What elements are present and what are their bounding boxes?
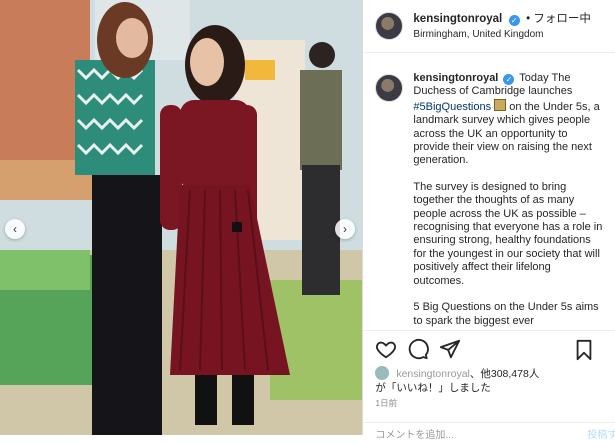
post-comment-button[interactable]: 投稿する: [587, 426, 615, 441]
caption-text: kensingtonroyal ✓ Today The Duchess of C…: [413, 72, 603, 328]
comment-placeholder: コメントを追加...: [375, 430, 454, 441]
chevron-left-icon[interactable]: ‹: [5, 219, 25, 239]
post-timestamp[interactable]: 1日前: [375, 397, 397, 409]
photo-illustration: [0, 0, 363, 435]
likes-suffix: が「いいね！」しました: [375, 382, 491, 394]
caption-row: kensingtonroyal ✓ Today The Duchess of C…: [363, 60, 615, 328]
caption-username[interactable]: kensingtonroyal: [413, 72, 498, 84]
clipboard-emoji-icon: [494, 98, 507, 111]
heart-icon[interactable]: [375, 338, 397, 360]
post-location[interactable]: Birmingham, United Kingdom: [413, 27, 590, 42]
post-header: kensingtonroyal ✓ • フォロー中 Birmingham, Un…: [363, 0, 615, 53]
likes-summary: kensingtonroyal、他308,478人 が「いいね！」しました: [375, 366, 539, 395]
share-icon[interactable]: [439, 338, 461, 360]
post-side-panel: kensingtonroyal ✓ • フォロー中 Birmingham, Un…: [362, 0, 615, 441]
comment-input[interactable]: コメントを追加... 投稿する: [363, 422, 615, 444]
header-text: kensingtonroyal ✓ • フォロー中 Birmingham, Un…: [413, 10, 590, 42]
caption-area: kensingtonroyal ✓ Today The Duchess of C…: [363, 60, 615, 330]
follow-status[interactable]: • フォロー中: [526, 13, 591, 25]
verified-badge-icon: ✓: [503, 74, 515, 85]
liker-name[interactable]: kensingtonroyal: [396, 368, 470, 380]
avatar[interactable]: [375, 12, 404, 40]
caption-paragraph-2: The survey is designed to bring together…: [413, 180, 603, 287]
comment-icon[interactable]: [407, 338, 430, 360]
header-username[interactable]: kensingtonroyal: [413, 13, 502, 25]
caption-avatar[interactable]: [375, 74, 404, 102]
post-photo[interactable]: ‹ ›: [0, 0, 363, 435]
caption-paragraph-3: 5 Big Questions on the Under 5s aims to …: [413, 301, 599, 327]
chevron-right-icon[interactable]: ›: [335, 219, 355, 239]
likes-count[interactable]: 、他308,478人: [470, 368, 539, 380]
liker-avatar[interactable]: [375, 366, 390, 380]
action-bar: [363, 330, 615, 367]
hashtag-link[interactable]: #5BigQuestions: [413, 101, 491, 113]
bookmark-icon[interactable]: [573, 339, 595, 361]
instagram-post: ‹ › kensingtonroyal ✓ • フォロー中 Birmingham…: [0, 0, 615, 441]
action-icons: [363, 331, 615, 367]
verified-badge-icon: ✓: [508, 15, 520, 26]
